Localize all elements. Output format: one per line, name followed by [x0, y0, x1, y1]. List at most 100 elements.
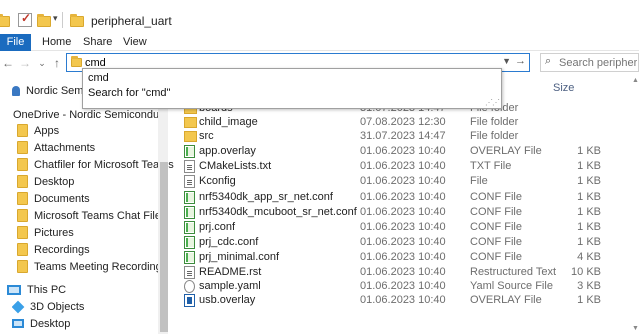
- tab-view[interactable]: View: [123, 34, 147, 51]
- nav-item-documents[interactable]: Documents: [17, 190, 177, 207]
- folder-icon: [17, 192, 28, 205]
- folder-icon: [17, 209, 28, 222]
- file-list: Size boards 31.07.2023 14:47 File folder…: [170, 75, 639, 334]
- nav-scrollbar-thumb[interactable]: [160, 162, 168, 332]
- tab-share[interactable]: Share: [83, 34, 112, 51]
- file-size: 1 KB: [577, 191, 601, 203]
- column-size-header[interactable]: Size: [553, 80, 574, 96]
- nav-item-teams-meeting-recordings[interactable]: Teams Meeting Recordings: [17, 258, 177, 275]
- nav-item-chatfiler[interactable]: Chatfiler for Microsoft Teams: [17, 156, 177, 173]
- address-autocomplete: cmd Search for "cmd" ⋰⋰: [82, 68, 502, 109]
- file-row[interactable]: prj_minimal.conf 01.06.2023 10:40 CONF F…: [170, 249, 601, 265]
- file-date: 31.07.2023 14:47: [360, 130, 446, 142]
- file-date: 01.06.2023 10:40: [360, 175, 446, 187]
- address-folder-icon: [71, 56, 82, 67]
- autocomplete-suggestion[interactable]: cmd: [88, 72, 109, 84]
- file-type: File folder: [470, 130, 519, 142]
- back-arrow-icon[interactable]: ←: [0, 54, 16, 72]
- nav-item-label: Teams Meeting Recordings: [34, 260, 168, 273]
- overlay-file-icon: [184, 145, 195, 158]
- go-arrow-icon[interactable]: →: [515, 55, 526, 67]
- folder-icon: [17, 158, 28, 171]
- file-date: 01.06.2023 10:40: [360, 145, 446, 157]
- recent-locations-icon[interactable]: ⌄: [34, 54, 50, 72]
- file-date: 01.06.2023 10:40: [360, 294, 446, 306]
- nav-item-label: Desktop: [30, 317, 71, 330]
- folder-icon: [17, 260, 28, 273]
- file-size: 1 KB: [577, 145, 601, 157]
- file-date: 01.06.2023 10:40: [360, 236, 446, 248]
- conf-file-icon: [184, 236, 195, 249]
- folder-icon: [17, 124, 28, 137]
- file-row[interactable]: app.overlay 01.06.2023 10:40 OVERLAY Fil…: [170, 143, 601, 159]
- person-icon: [12, 85, 20, 96]
- file-row[interactable]: prj.conf 01.06.2023 10:40 CONF File 1 KB: [170, 219, 601, 235]
- file-row[interactable]: nrf5340dk_app_sr_net.conf 01.06.2023 10:…: [170, 189, 601, 205]
- cube-icon: [12, 300, 25, 313]
- file-size: 1 KB: [577, 160, 601, 172]
- file-type: CONF File: [470, 236, 522, 248]
- nav-item-label: OneDrive - Nordic Semiconductor: [13, 108, 167, 121]
- nav-item-label: Pictures: [34, 226, 74, 239]
- tab-file[interactable]: File: [0, 34, 31, 51]
- scroll-down-icon[interactable]: ▼: [632, 325, 639, 332]
- nav-item-desktop-onedrive[interactable]: Desktop: [17, 173, 177, 190]
- resize-grip-icon[interactable]: ⋰⋰: [485, 98, 500, 107]
- file-row[interactable]: usb.overlay 01.06.2023 10:40 OVERLAY Fil…: [170, 292, 601, 308]
- file-type: OVERLAY File: [470, 294, 542, 306]
- quick-access-dropdown-icon[interactable]: ▾: [53, 13, 58, 24]
- address-dropdown-icon[interactable]: ▼: [502, 56, 511, 66]
- file-row[interactable]: Kconfig 01.06.2023 10:40 File 1 KB: [170, 173, 601, 189]
- nav-item-label: Desktop: [34, 175, 75, 188]
- window-title: peripheral_uart: [91, 14, 172, 28]
- overlay-file-icon: [184, 294, 195, 307]
- scroll-up-icon[interactable]: ▲: [632, 77, 639, 84]
- file-row[interactable]: CMakeLists.txt 01.06.2023 10:40 TXT File…: [170, 158, 601, 174]
- conf-file-icon: [184, 206, 195, 219]
- folder-icon: [17, 226, 28, 239]
- file-date: 01.06.2023 10:40: [360, 221, 446, 233]
- file-type: File: [470, 175, 488, 187]
- file-type: CONF File: [470, 251, 522, 263]
- search-input[interactable]: [559, 55, 637, 70]
- folder-icon: [17, 141, 28, 154]
- file-list-scrollbar[interactable]: ▲ ▼: [632, 75, 639, 334]
- title-bar: ▾ peripheral_uart: [0, 0, 639, 34]
- up-arrow-icon[interactable]: ↑: [49, 54, 65, 72]
- nav-item-apps[interactable]: Apps: [17, 122, 177, 139]
- nav-item-label: Attachments: [34, 141, 96, 154]
- nav-item-label: 3D Objects: [30, 300, 85, 313]
- file-row[interactable]: prj_cdc.conf 01.06.2023 10:40 CONF File …: [170, 234, 601, 250]
- search-icon: ⌕: [545, 55, 552, 67]
- file-date: 01.06.2023 10:40: [360, 206, 446, 218]
- new-folder-icon[interactable]: [37, 14, 51, 27]
- autocomplete-search-option[interactable]: Search for "cmd": [88, 87, 170, 99]
- ribbon: File Home Share View: [0, 34, 639, 51]
- nav-item-label: This PC: [27, 283, 67, 296]
- text-file-icon: [184, 160, 195, 173]
- properties-icon[interactable]: [18, 11, 32, 27]
- nav-item-this-pc[interactable]: This PC: [7, 281, 167, 298]
- computer-icon: [7, 284, 21, 295]
- folder-icon: [17, 175, 28, 188]
- nav-item-recordings[interactable]: Recordings: [17, 241, 177, 258]
- file-date: 01.06.2023 10:40: [360, 251, 446, 263]
- file-size: 1 KB: [577, 221, 601, 233]
- file-row[interactable]: nrf5340dk_mcuboot_sr_net.conf 01.06.2023…: [170, 204, 601, 220]
- tab-home[interactable]: Home: [42, 34, 71, 51]
- forward-arrow-icon[interactable]: →: [17, 54, 33, 72]
- nav-item-desktop-pc[interactable]: Desktop: [12, 315, 172, 332]
- file-type: CONF File: [470, 206, 522, 218]
- nav-item-teams-chat-files[interactable]: Microsoft Teams Chat Files: [17, 207, 177, 224]
- file-icon: [184, 175, 195, 188]
- file-row[interactable]: src 31.07.2023 14:47 File folder: [170, 128, 600, 144]
- window-folder-icon: [70, 14, 84, 27]
- file-size: 1 KB: [577, 236, 601, 248]
- search-box[interactable]: ⌕: [540, 53, 639, 72]
- nav-item-pictures[interactable]: Pictures: [17, 224, 177, 241]
- nav-item-attachments[interactable]: Attachments: [17, 139, 177, 156]
- nav-item-3d-objects[interactable]: 3D Objects: [12, 298, 172, 315]
- folder-icon: [0, 14, 10, 27]
- file-type: CONF File: [470, 221, 522, 233]
- file-size: 1 KB: [577, 206, 601, 218]
